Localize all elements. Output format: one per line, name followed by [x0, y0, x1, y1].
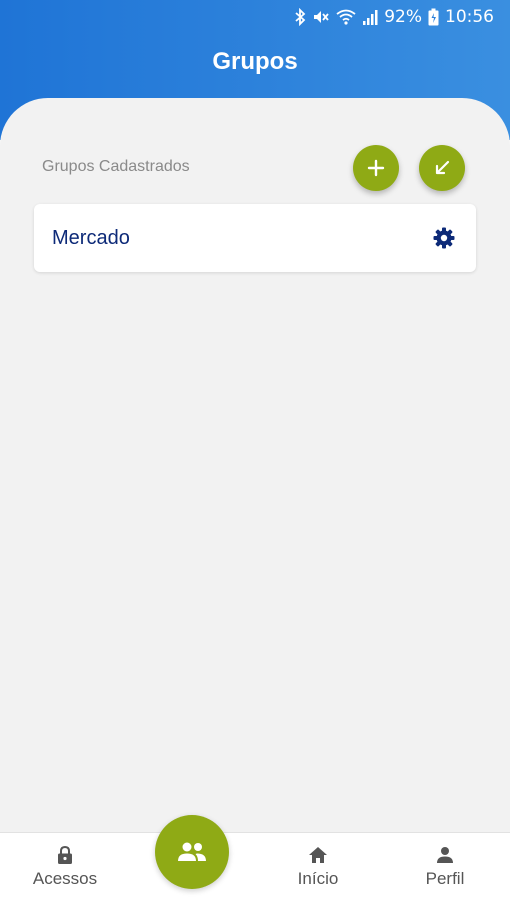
battery-icon — [428, 8, 439, 26]
signal-icon — [362, 8, 378, 26]
battery-percent: 92% — [384, 7, 422, 27]
group-icon — [178, 842, 206, 861]
status-bar: 92% 10:56 — [0, 0, 510, 34]
lock-icon — [56, 843, 74, 867]
bluetooth-icon — [294, 8, 306, 26]
nav-label-perfil: Perfil — [425, 869, 465, 888]
mute-icon — [312, 8, 330, 26]
group-name: Mercado — [52, 226, 130, 249]
import-group-button[interactable] — [419, 145, 465, 191]
wifi-icon — [336, 8, 356, 26]
nav-label-inicio: Início — [297, 869, 339, 888]
plus-icon — [367, 159, 385, 177]
nav-inicio[interactable]: Início — [283, 843, 353, 889]
groups-panel: Grupos Cadastrados Mercado — [0, 98, 510, 832]
nav-acessos[interactable]: Acessos — [24, 843, 106, 889]
status-time: 10:56 — [445, 7, 494, 27]
nav-label-acessos: Acessos — [32, 869, 98, 888]
group-card-mercado[interactable]: Mercado — [34, 204, 476, 272]
bottom-nav: Acessos Início Perfil — [0, 832, 510, 900]
section-label: Grupos Cadastrados — [42, 158, 190, 175]
person-icon — [436, 843, 454, 867]
nav-grupos-button[interactable] — [155, 815, 229, 889]
nav-perfil[interactable]: Perfil — [410, 843, 480, 889]
home-icon — [308, 843, 328, 867]
arrow-down-left-icon — [435, 160, 450, 175]
gear-icon[interactable] — [432, 226, 456, 250]
add-group-button[interactable] — [353, 145, 399, 191]
page-title: Grupos — [212, 48, 298, 75]
